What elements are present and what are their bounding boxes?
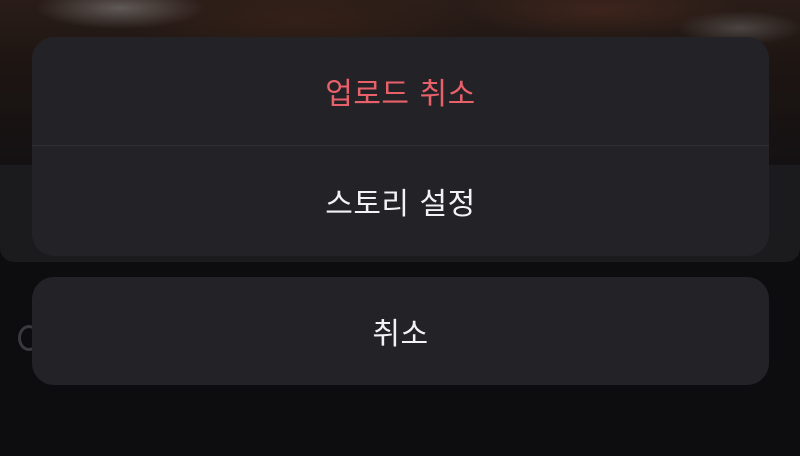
screen: 업로드 취소 스토리 설정 취소 bbox=[0, 0, 800, 456]
story-settings-button[interactable]: 스토리 설정 bbox=[32, 146, 769, 256]
cancel-button[interactable]: 취소 bbox=[32, 277, 769, 385]
action-sheet-cancel-group: 취소 bbox=[32, 277, 769, 385]
cancel-upload-button[interactable]: 업로드 취소 bbox=[32, 37, 769, 146]
action-sheet-options: 업로드 취소 스토리 설정 bbox=[32, 37, 769, 256]
